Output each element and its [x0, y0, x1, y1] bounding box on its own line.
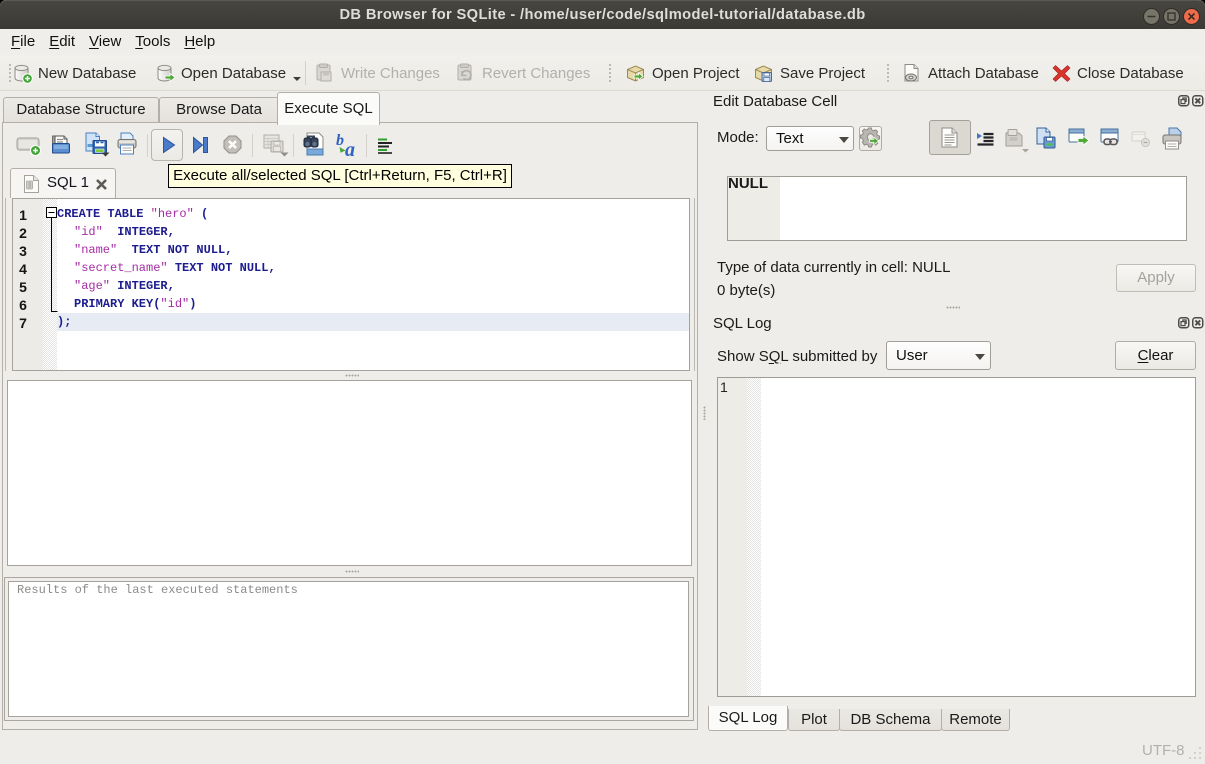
svg-text:b: b — [336, 132, 344, 149]
svg-text:a: a — [345, 139, 355, 157]
